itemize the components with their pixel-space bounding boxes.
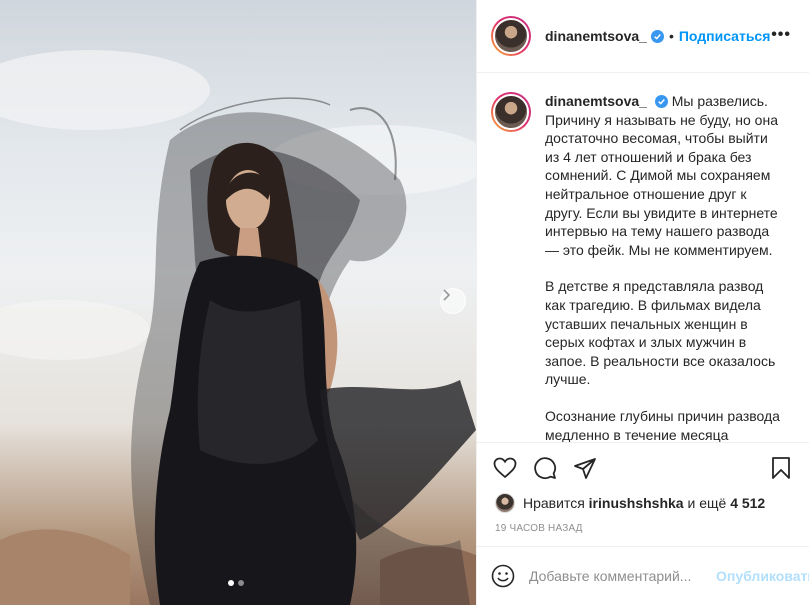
like-button[interactable]	[491, 454, 519, 482]
avatar[interactable]	[491, 92, 531, 132]
caption-text: Мы развелись. Причину я называть не буду…	[545, 93, 778, 258]
photo-illustration	[0, 50, 476, 605]
carousel-dot	[238, 580, 244, 586]
comment-box: Опубликовать	[477, 546, 809, 605]
post-header: dinanemtsova_ • Подписаться •••	[477, 0, 809, 73]
save-button[interactable]	[767, 454, 795, 482]
heart-icon	[493, 457, 517, 478]
post-timestamp[interactable]: 19 ЧАСОВ НАЗАД	[495, 523, 583, 534]
caption-area: dinanemtsova_ Мы развелись. Причину я на…	[477, 74, 809, 442]
comment-input[interactable]	[529, 568, 710, 584]
publish-button[interactable]: Опубликовать	[716, 568, 809, 584]
caption-username[interactable]: dinanemtsova_	[545, 93, 647, 109]
post-photo[interactable]	[0, 0, 476, 605]
carousel-dot-active	[228, 580, 234, 586]
likes-suffix: и ещё	[687, 495, 727, 511]
header-username[interactable]: dinanemtsova_	[545, 28, 647, 44]
verified-badge-icon	[650, 29, 664, 43]
likes-prefix: Нравится	[523, 495, 585, 511]
emoji-button[interactable]	[491, 562, 515, 590]
comment-button[interactable]	[531, 454, 559, 482]
share-icon	[574, 457, 596, 479]
verified-badge-icon	[654, 95, 668, 108]
caption-text: В детстве я представляла развод как траг…	[545, 278, 776, 388]
action-bar	[477, 442, 809, 492]
carousel-dots	[228, 580, 244, 586]
carousel-next-button[interactable]	[440, 288, 466, 314]
emoji-icon	[491, 564, 515, 588]
liker-avatar[interactable]	[495, 493, 515, 513]
likes-count[interactable]: 4 512	[730, 495, 765, 511]
share-button[interactable]	[571, 454, 599, 482]
follow-button[interactable]: Подписаться	[679, 28, 771, 44]
chevron-right-icon	[443, 289, 451, 301]
comment-icon	[534, 456, 557, 479]
caption-text: Осознание глубины причин развода медленн…	[545, 407, 780, 442]
bookmark-icon	[772, 456, 790, 479]
more-options-button[interactable]: •••	[771, 26, 791, 44]
avatar[interactable]	[491, 16, 531, 56]
post-side-panel: dinanemtsova_ • Подписаться ••• dinanemt…	[476, 0, 809, 605]
liked-by-username[interactable]: irinushshshka	[589, 495, 684, 511]
header-separator: •	[668, 28, 674, 44]
caption: dinanemtsova_ Мы развелись. Причину я на…	[545, 92, 785, 442]
likes-summary: Нравится irinushshshka и ещё 4 512	[495, 493, 765, 513]
